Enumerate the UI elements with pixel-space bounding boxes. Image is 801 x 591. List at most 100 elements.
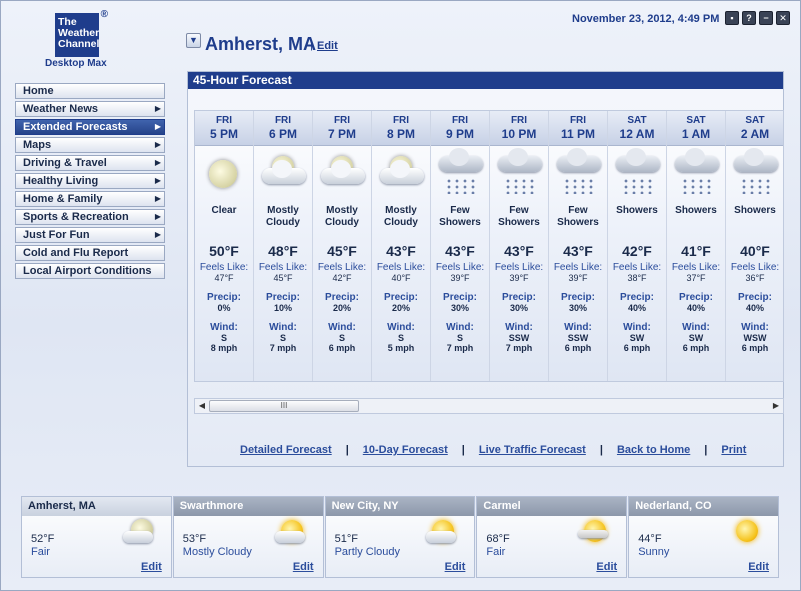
horizontal-scrollbar[interactable]: ◀ III ▶ — [194, 398, 784, 414]
forecast-hour-column: FRI 5 PM Clear 50°F Feels Like: 47°F Precip: 0%… — [195, 111, 254, 381]
wind-label: Wind: — [564, 322, 592, 333]
hour-time: 9 PM — [445, 127, 474, 141]
feels-like-label: Feels Like: — [612, 262, 662, 273]
wind-speed: 7 mph — [269, 343, 297, 353]
feels-like-value: 39°F — [568, 273, 588, 283]
saved-location-temp: 51°F — [334, 533, 358, 545]
precip-value: 30% — [509, 303, 528, 313]
logo-line: Channel — [58, 38, 100, 50]
saved-location-tile[interactable]: Amherst, MA 52°F Fair Edit — [21, 496, 172, 578]
saved-location-edit-link[interactable]: Edit — [293, 561, 314, 573]
sidebar-item-maps[interactable]: Maps ▶ — [15, 137, 165, 153]
saved-location-condition: Fair — [31, 546, 50, 558]
sidebar-item-driving-travel[interactable]: Driving & Travel ▶ — [15, 155, 165, 171]
hour-temperature: 43°F — [386, 243, 416, 259]
settings-icon[interactable]: ▪ — [725, 11, 739, 25]
hour-temperature: 43°F — [563, 243, 593, 259]
sidebar-item-home-family[interactable]: Home & Family ▶ — [15, 191, 165, 207]
feels-like-label: Feels Like: — [730, 262, 780, 273]
rain-icon — [681, 178, 711, 194]
saved-location-name: Nederland, CO — [629, 497, 778, 516]
sun-icon — [735, 520, 758, 542]
precip-value: 0% — [217, 303, 231, 313]
rain-cloud-icon — [431, 148, 489, 200]
precip-label: Precip: — [207, 292, 241, 303]
feels-like-label: Feels Like: — [435, 262, 485, 273]
saved-location-edit-link[interactable]: Edit — [748, 561, 769, 573]
location-edit-link[interactable]: Edit — [317, 40, 338, 52]
precip-label: Precip: — [561, 292, 595, 303]
sidebar-item-local-airport-conditions[interactable]: Local Airport Conditions — [15, 263, 165, 279]
rain-cloud-icon — [490, 148, 548, 200]
location-title: Amherst, MA — [205, 34, 317, 54]
sidebar-item-healthy-living[interactable]: Healthy Living ▶ — [15, 173, 165, 189]
sidebar-item-weather-news[interactable]: Weather News ▶ — [15, 101, 165, 117]
saved-location-edit-link[interactable]: Edit — [141, 561, 162, 573]
saved-location-tile[interactable]: New City, NY 51°F Partly Cloudy Edit — [324, 496, 476, 578]
cloud-icon — [616, 148, 660, 172]
sun-icon — [730, 517, 764, 549]
hour-header: SAT 1 AM — [667, 111, 725, 146]
forecast-hour-column: FRI 11 PM Few Showers 43°F Feels Like: 39°F Pr… — [549, 111, 608, 381]
hour-day: SAT — [686, 115, 706, 126]
forecast-hour-column: SAT 1 AM Showers 41°F Feels Like: 37°F Precip:… — [667, 111, 726, 381]
hour-time: 6 PM — [268, 127, 297, 141]
feels-like-label: Feels Like: — [553, 262, 603, 273]
precip-value: 10% — [273, 303, 292, 313]
hour-header: FRI 6 PM — [254, 111, 312, 146]
back-to-home-link[interactable]: Back to Home — [617, 444, 690, 456]
sidebar-item-label: Home — [23, 85, 54, 97]
chevron-right-icon: ▶ — [154, 194, 161, 203]
hour-day: FRI — [451, 115, 469, 126]
forecast-hour-column: FRI 10 PM Few Showers 43°F Feels Like: 39°F Pr… — [490, 111, 549, 381]
wind-direction: S — [338, 333, 345, 343]
sidebar-item-cold-flu-report[interactable]: Cold and Flu Report — [15, 245, 165, 261]
live-traffic-forecast-link[interactable]: Live Traffic Forecast — [479, 444, 586, 456]
saved-location-condition: Fair — [486, 546, 506, 558]
wind-label: Wind: — [741, 322, 769, 333]
cloud-icon — [262, 160, 306, 184]
close-icon[interactable]: ✕ — [776, 11, 790, 25]
hour-temperature: 40°F — [740, 243, 770, 259]
sidebar-item-just-for-fun[interactable]: Just For Fun ▶ — [15, 227, 165, 243]
hour-condition: Mostly Cloudy — [325, 205, 359, 228]
saved-location-tile[interactable]: Swarthmore 53°F Mostly Cloudy Edit — [172, 496, 324, 578]
cloud-icon — [426, 531, 457, 543]
wind-label: Wind: — [505, 322, 533, 333]
detailed-forecast-link[interactable]: Detailed Forecast — [240, 444, 332, 456]
minimize-icon[interactable]: − — [759, 11, 773, 25]
wind-direction: SSW — [508, 333, 530, 343]
hour-condition: Few Showers — [498, 205, 540, 228]
feels-like-label: Feels Like: — [376, 262, 426, 273]
sidebar-item-extended-forecasts[interactable]: Extended Forecasts ▶ — [15, 119, 165, 135]
saved-location-edit-link[interactable]: Edit — [596, 561, 617, 573]
sidebar-item-sports-recreation[interactable]: Sports & Recreation ▶ — [15, 209, 165, 225]
rain-icon — [445, 178, 475, 194]
cloud-icon — [274, 531, 305, 543]
precip-label: Precip: — [502, 292, 536, 303]
saved-location-edit-link[interactable]: Edit — [445, 561, 466, 573]
sidebar-item-label: Sports & Recreation — [23, 211, 129, 223]
registered-mark: ® — [100, 9, 108, 20]
ten-day-forecast-link[interactable]: 10-Day Forecast — [363, 444, 448, 456]
cloud-icon — [557, 148, 601, 172]
saved-location-tile[interactable]: Carmel 68°F Fair Edit — [476, 496, 628, 578]
hour-day: SAT — [745, 115, 765, 126]
precip-label: Precip: — [443, 292, 477, 303]
help-icon[interactable]: ? — [742, 11, 756, 25]
saved-location-tile[interactable]: Nederland, CO 44°F Sunny Edit — [628, 496, 779, 578]
wind-direction: WSW — [743, 333, 767, 343]
scroll-right-icon[interactable]: ▶ — [769, 399, 783, 413]
forecast-panel: 45-Hour Forecast FRI 5 PM Clear 50°F Feels L… — [187, 71, 784, 467]
saved-location-name: Swarthmore — [173, 497, 323, 516]
feels-like-value: 40°F — [391, 273, 411, 283]
current-datetime: November 23, 2012, 4:49 PM — [572, 13, 720, 25]
sidebar-item-home[interactable]: Home — [15, 83, 165, 99]
scroll-left-icon[interactable]: ◀ — [195, 399, 209, 413]
scroll-thumb[interactable]: III — [209, 400, 359, 412]
cloud-icon — [734, 148, 778, 172]
precip-label: Precip: — [384, 292, 418, 303]
print-link[interactable]: Print — [721, 444, 746, 456]
hour-day: FRI — [392, 115, 410, 126]
location-dropdown-icon[interactable]: ▼ — [186, 33, 201, 48]
